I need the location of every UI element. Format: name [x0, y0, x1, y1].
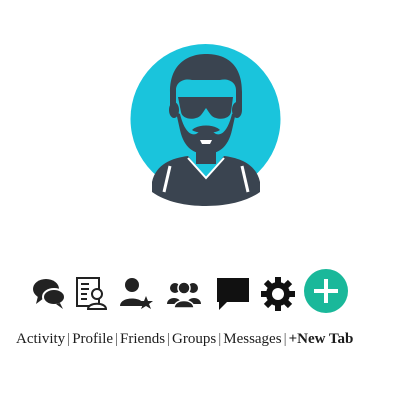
user-star-icon[interactable]: [120, 276, 154, 310]
plus-icon[interactable]: [303, 268, 349, 314]
nav-link-new-tab[interactable]: +New Tab: [289, 331, 354, 347]
nav-icon-bar: [30, 268, 380, 314]
chat-bubbles-icon[interactable]: [32, 276, 66, 310]
bearded-man-avatar-icon: [130, 44, 281, 206]
nav-separator: |: [115, 331, 119, 347]
nav-link-messages[interactable]: Messages: [223, 331, 281, 347]
message-bubble-icon[interactable]: [215, 276, 251, 312]
nav-link-friends[interactable]: Friends: [120, 331, 165, 347]
nav-link-groups[interactable]: Groups: [172, 331, 216, 347]
nav-separator: |: [167, 331, 171, 347]
profile-avatar: [130, 32, 281, 208]
group-icon[interactable]: [167, 276, 201, 310]
nav-link-profile[interactable]: Profile: [72, 331, 113, 347]
nav-separator: |: [283, 331, 287, 347]
profile-card-icon[interactable]: [75, 276, 109, 310]
gear-icon[interactable]: [260, 276, 296, 312]
nav-link-bar: Activity | Profile | Friends | Groups | Messages…: [16, 328, 396, 350]
nav-link-activity[interactable]: Activity: [16, 331, 65, 347]
